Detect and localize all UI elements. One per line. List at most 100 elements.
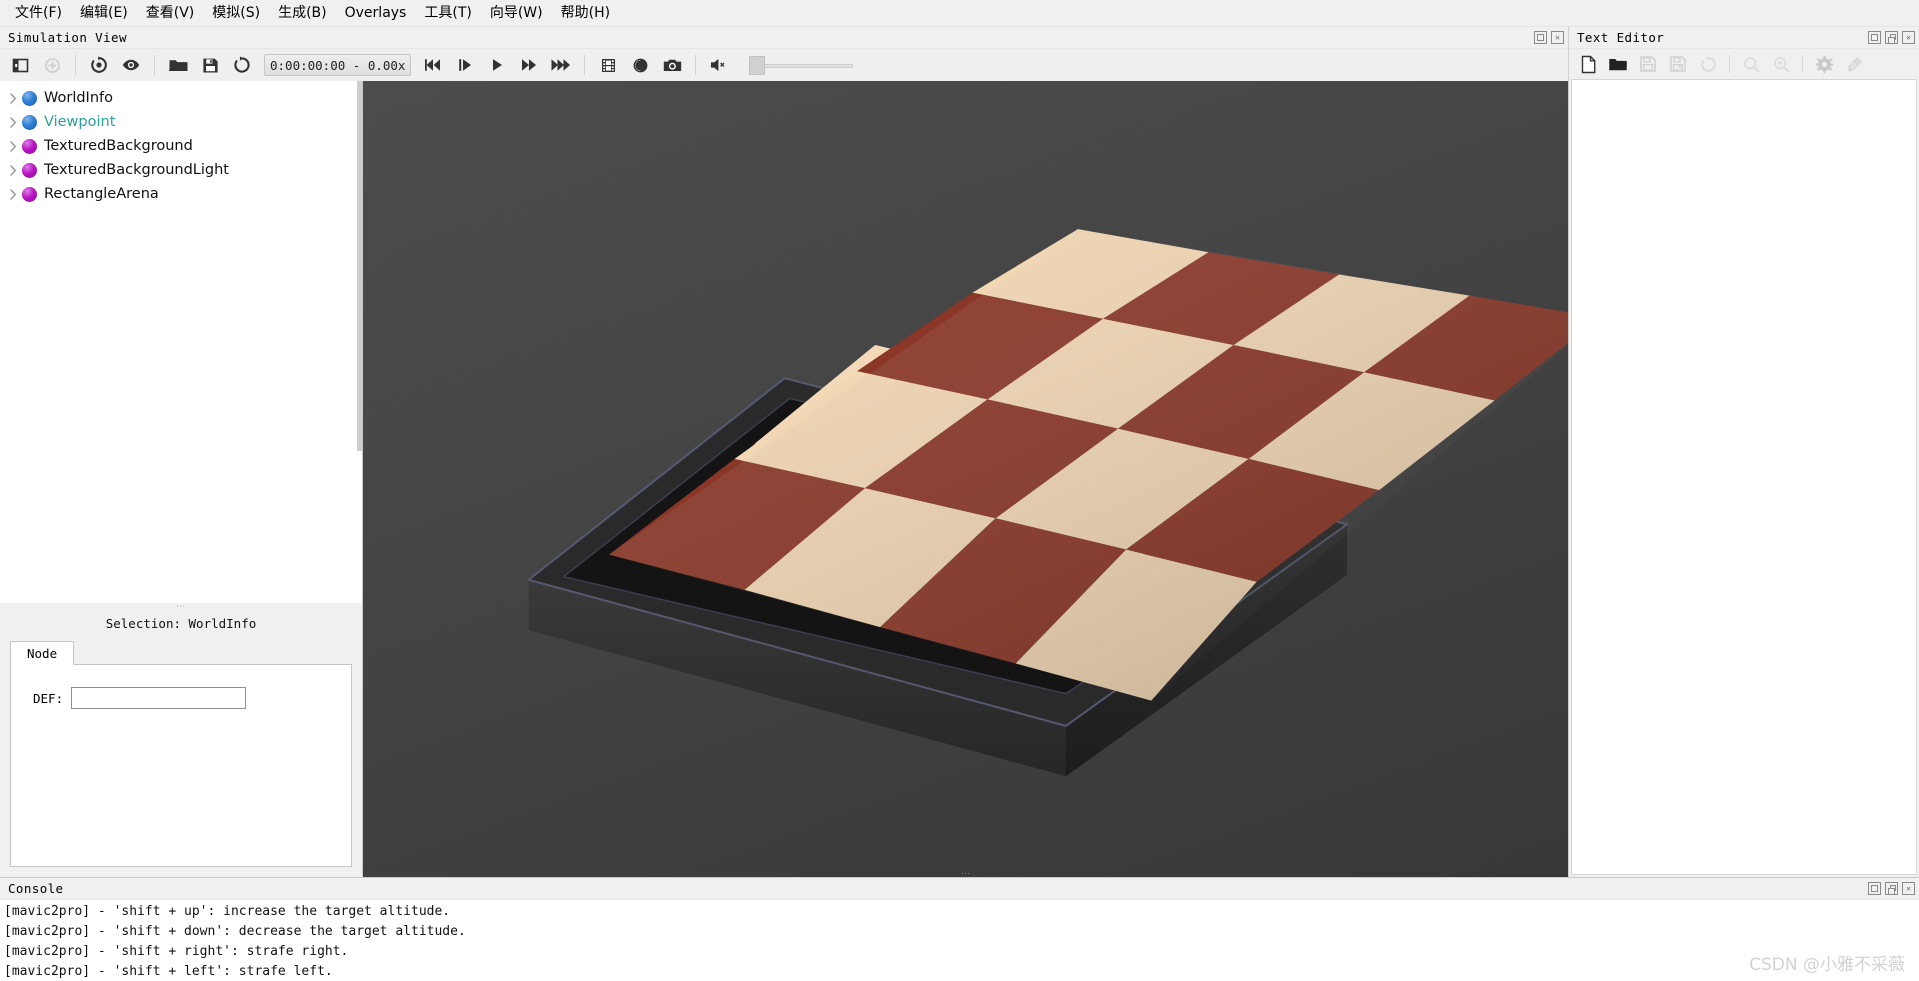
save-as-file-icon	[1663, 51, 1693, 77]
node-type-icon	[22, 162, 37, 178]
tree-node-label: Viewpoint	[44, 114, 116, 130]
node-type-icon	[22, 114, 37, 130]
simulation-view-title: Simulation View	[8, 30, 127, 45]
play-icon[interactable]	[481, 51, 513, 79]
find-icon	[1736, 51, 1766, 77]
splitter-grip: ⋯	[961, 868, 970, 878]
menu-bar: 文件(F) 编辑(E) 查看(V) 模拟(S) 生成(B) Overlays 工…	[0, 0, 1919, 27]
tree-node-viewpoint[interactable]: Viewpoint	[0, 110, 362, 134]
chevron-right-icon[interactable]	[4, 140, 22, 152]
text-editor-content[interactable]	[1571, 79, 1917, 875]
node-type-icon	[22, 138, 37, 154]
webots-window: 文件(F) 编辑(E) 查看(V) 模拟(S) 生成(B) Overlays 工…	[0, 0, 1919, 981]
console-output[interactable]: [mavic2pro] - 'shift + up': increase the…	[0, 900, 1919, 981]
clean-icon[interactable]	[1839, 51, 1869, 77]
toolbar-separator	[75, 55, 76, 75]
chevron-right-icon[interactable]	[4, 164, 22, 176]
simulation-view-titlebar: Simulation View ✕	[0, 27, 1568, 49]
maximize-icon[interactable]	[1868, 31, 1881, 44]
view-eye-icon[interactable]	[115, 51, 147, 79]
gear-icon[interactable]	[1809, 51, 1839, 77]
simulation-main-row: WorldInfo Viewpoint TexturedBackground T…	[0, 81, 1568, 877]
menu-item-build[interactable]: 生成(B)	[269, 2, 336, 25]
selection-tab-body: DEF:	[10, 664, 352, 867]
menu-item-overlays[interactable]: Overlays	[336, 2, 416, 25]
tree-node-worldinfo[interactable]: WorldInfo	[0, 86, 362, 110]
menu-item-view[interactable]: 查看(V)	[137, 2, 204, 25]
scene-tree[interactable]: WorldInfo Viewpoint TexturedBackground T…	[0, 81, 362, 603]
text-editor-toolbar	[1569, 49, 1919, 79]
tree-node-rectanglearena[interactable]: RectangleArena	[0, 182, 362, 206]
splitter-grip: ⋯	[176, 602, 186, 612]
orbit-camera-icon[interactable]	[83, 51, 115, 79]
console-line: [mavic2pro] - 'shift + left': strafe lef…	[4, 964, 333, 979]
rectangle-arena-render	[528, 229, 1568, 777]
viewport-splitter[interactable]: ⋯	[363, 868, 1568, 878]
scrollbar-thumb[interactable]	[357, 81, 362, 451]
menu-item-simulation[interactable]: 模拟(S)	[203, 2, 269, 25]
reload-world-icon[interactable]	[226, 51, 258, 79]
console-line: [mavic2pro] - 'shift + down': decrease t…	[4, 924, 466, 939]
tab-label: Node	[27, 646, 58, 661]
menu-label: 帮助(H)	[560, 4, 611, 21]
3d-viewport[interactable]: ⋯	[363, 81, 1568, 877]
movie-icon[interactable]	[592, 51, 624, 79]
step-icon[interactable]	[449, 51, 481, 79]
menu-item-file[interactable]: 文件(F)	[6, 2, 71, 25]
maximize-icon[interactable]	[1534, 31, 1547, 44]
menu-item-help[interactable]: 帮助(H)	[552, 2, 619, 25]
run-fastest-icon[interactable]	[545, 51, 577, 79]
text-editor-title: Text Editor	[1577, 30, 1665, 45]
simulation-time-field[interactable]: 0:00:00:00 - 0.00x	[264, 54, 412, 76]
node-type-icon	[22, 90, 37, 106]
record-icon[interactable]	[624, 51, 656, 79]
menu-item-tools[interactable]: 工具(T)	[415, 2, 480, 25]
restore-icon[interactable]	[1885, 882, 1898, 895]
menu-label: Overlays	[344, 4, 407, 21]
add-node-icon[interactable]	[36, 51, 68, 79]
volume-slider[interactable]	[749, 54, 869, 76]
chevron-right-icon[interactable]	[4, 116, 22, 128]
text-editor-titlebar: Text Editor ✕	[1569, 27, 1919, 49]
close-icon[interactable]: ✕	[1551, 31, 1564, 44]
text-editor-panel: Text Editor ✕	[1568, 27, 1919, 877]
selection-title: Selection: WorldInfo	[105, 615, 257, 631]
save-world-icon[interactable]	[194, 51, 226, 79]
open-file-icon[interactable]	[1603, 51, 1633, 77]
simulation-view-panel: Simulation View ✕ 0:00:00:00 - 0.00x Wor…	[0, 27, 1568, 877]
chevron-right-icon[interactable]	[4, 92, 22, 104]
sound-muted-icon[interactable]	[703, 51, 735, 79]
maximize-icon[interactable]	[1868, 882, 1881, 895]
close-icon[interactable]: ✕	[1902, 31, 1915, 44]
toolbar-separator	[695, 55, 697, 75]
menu-item-wizards[interactable]: 向导(W)	[481, 2, 552, 25]
tree-node-label: TexturedBackground	[44, 138, 193, 154]
menu-item-edit[interactable]: 编辑(E)	[71, 2, 137, 25]
scene-tree-column: WorldInfo Viewpoint TexturedBackground T…	[0, 81, 363, 877]
rewind-icon[interactable]	[417, 51, 449, 79]
def-field-row: DEF:	[11, 687, 351, 709]
tab-node[interactable]: Node	[10, 641, 75, 665]
tree-node-texturedbackgroundlight[interactable]: TexturedBackgroundLight	[0, 158, 362, 182]
node-type-icon	[22, 186, 37, 202]
tree-selection-splitter[interactable]: ⋯	[0, 602, 362, 612]
close-icon[interactable]: ✕	[1902, 882, 1915, 895]
menu-label: 向导(W)	[489, 4, 543, 21]
menu-label: 工具(T)	[424, 4, 472, 21]
console-titlebar: Console ✕	[0, 878, 1919, 900]
open-world-icon[interactable]	[162, 51, 194, 79]
tree-node-texturedbackground[interactable]: TexturedBackground	[0, 134, 362, 158]
def-label: DEF:	[33, 690, 64, 706]
restore-icon[interactable]	[1885, 31, 1898, 44]
tree-node-label: RectangleArena	[44, 186, 159, 202]
scene-tree-scrollbar[interactable]	[357, 81, 362, 603]
def-input[interactable]	[71, 687, 247, 709]
new-file-icon[interactable]	[1573, 51, 1603, 77]
volume-handle[interactable]	[749, 56, 766, 75]
toggle-sidebar-icon[interactable]	[4, 51, 36, 79]
toolbar-separator	[584, 55, 586, 75]
text-editor-window-buttons: ✕	[1868, 31, 1915, 44]
screenshot-icon[interactable]	[656, 51, 688, 79]
chevron-right-icon[interactable]	[4, 188, 22, 200]
fast-forward-icon[interactable]	[513, 51, 545, 79]
